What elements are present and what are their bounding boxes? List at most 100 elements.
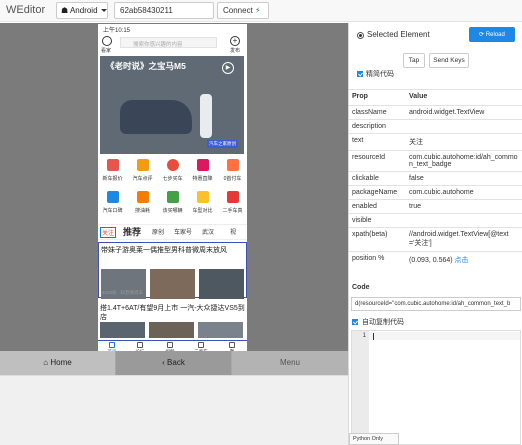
device-serial-input[interactable]: 62ab58430211 — [114, 2, 214, 19]
prop-value: 关注 — [406, 133, 522, 151]
user-icon — [229, 342, 235, 348]
grid-item[interactable]: 新车报价 — [98, 156, 127, 186]
grid-item[interactable]: 该买哪辆 — [158, 188, 187, 218]
code-output[interactable]: d(resourceId="com.cubic.autohome:id/ah_c… — [351, 297, 521, 311]
grid-item[interactable]: 车型对比 — [188, 188, 217, 218]
grid-item[interactable]: 二手车真 — [218, 188, 247, 218]
editor-mode-tab[interactable]: Python Only — [349, 433, 399, 445]
grid-item[interactable]: 搜油耗 — [128, 188, 157, 218]
car-icon — [198, 342, 204, 348]
properties-table: Prop Value className android.widget.TextV… — [349, 89, 522, 268]
click-position-link[interactable]: 点击 — [455, 257, 469, 264]
tab-recommend[interactable]: 推荐 — [123, 225, 141, 238]
position-value: (0.093, 0.564) — [409, 257, 453, 264]
prop-name: position % — [349, 251, 406, 268]
article-meta: 6028阅 · 科普微周末 — [102, 290, 144, 295]
table-header: Prop Value — [349, 89, 522, 106]
reputation-icon — [106, 191, 119, 203]
feed-tabs: 关注 推荐 原创 车家号 武汉 视 — [98, 224, 247, 240]
tab-wuhan[interactable]: 武汉 — [202, 227, 214, 236]
back-button[interactable]: ‹ Back — [116, 351, 231, 375]
article-card[interactable]: 带妹子游奥莱一偶推型男科普微周末放风 6028阅 · 科普微周末 — [98, 242, 247, 299]
active-line — [369, 332, 520, 340]
selected-element-radio[interactable] — [357, 32, 364, 39]
device-screen[interactable]: 上午10:15 看家 搜索你感兴趣的内容 + 发布 《老时说》之宝马M5 ▶ 汽… — [98, 24, 247, 354]
table-row: text 关注 — [349, 133, 522, 151]
top-toolbar: WEditor ☗ Android 62ab58430211 Connect ⚡ — [0, 0, 522, 22]
tap-button[interactable]: Tap — [403, 53, 425, 68]
home-button[interactable]: ⌂ Home — [0, 351, 115, 375]
connect-label: Connect — [223, 6, 253, 15]
play-icon[interactable]: ▶ — [222, 62, 234, 74]
prop-value — [406, 119, 522, 134]
grid-item[interactable]: 汽车口碑 — [98, 188, 127, 218]
prop-name: visible — [349, 213, 406, 228]
review-icon — [136, 159, 149, 171]
article-thumbnails — [101, 257, 245, 299]
connect-button[interactable]: Connect ⚡ — [217, 2, 269, 19]
prop-name: description — [349, 119, 406, 134]
grid-label: 车型对比 — [192, 208, 213, 214]
grid-item[interactable]: 七步买车 — [158, 156, 187, 186]
grid-label: 0首付车 — [223, 176, 242, 182]
prop-value — [406, 213, 522, 228]
grid-label: 搜油耗 — [134, 208, 150, 214]
zero-down-icon — [226, 159, 239, 171]
prop-name: enabled — [349, 199, 406, 214]
device-pane: 上午10:15 看家 搜索你感兴趣的内容 + 发布 《老时说》之宝马M5 ▶ 汽… — [0, 23, 348, 445]
simplify-code-checkbox[interactable] — [357, 71, 363, 77]
auto-copy-label: 自动复制代码 — [362, 319, 404, 326]
grid-label: 新车报价 — [102, 176, 123, 182]
code-editor[interactable]: 1 — [351, 330, 521, 445]
table-row: packageName com.cubic.autohome — [349, 185, 522, 200]
send-keys-button[interactable]: Send Keys — [429, 53, 469, 68]
plus-icon[interactable]: + — [230, 36, 240, 46]
logo-label: 看家 — [101, 48, 112, 54]
selected-element-label: Selected Element — [367, 30, 430, 39]
chevron-down-icon[interactable] — [101, 9, 107, 12]
grid-label: 该买哪辆 — [162, 208, 183, 214]
banner-title: 《老时说》之宝马M5 — [106, 61, 186, 71]
thumbnail-image — [199, 269, 244, 299]
line-number-gutter: 1 — [352, 331, 369, 444]
grid-label: 汽车口碑 — [102, 208, 123, 214]
reload-button[interactable]: ⟳ Reload — [469, 27, 515, 42]
grid-label: 二手车真 — [222, 208, 243, 214]
grid-item[interactable]: 汽车点评 — [128, 156, 157, 186]
home-icon — [109, 342, 115, 348]
tab-follow[interactable]: 关注 — [100, 227, 117, 238]
plug-icon: ⚡ — [255, 6, 261, 15]
menu-label: Menu — [279, 358, 300, 367]
app-header: 看家 搜索你感兴趣的内容 + 发布 — [98, 33, 247, 55]
car-price-icon — [106, 159, 119, 171]
auto-copy-checkbox[interactable] — [352, 319, 358, 325]
device-navbar: ⌂ Home ‹ Back Menu — [0, 351, 348, 375]
prop-name: resourceId — [349, 150, 406, 172]
table-row: enabled true — [349, 199, 522, 214]
table-row: position % (0.093, 0.564) 点击 — [349, 251, 522, 268]
grid-item[interactable]: 特惠直降 — [188, 156, 217, 186]
refresh-icon: ⟳ — [479, 32, 486, 38]
thumbnail-image — [198, 322, 243, 338]
prop-value: com.cubic.autohome:id/ah_common_text_bad… — [406, 150, 522, 172]
forum-icon — [137, 342, 143, 348]
tab-original[interactable]: 原创 — [152, 227, 164, 236]
home-logo-icon[interactable] — [102, 36, 112, 46]
article-card[interactable]: 搭1.4T+6AT/有望9月上市 一汽-大众捷达VS5到店 — [98, 301, 247, 341]
tab-video[interactable]: 视 — [230, 227, 236, 236]
thumbnail-image — [149, 322, 194, 338]
reload-label: Reload — [485, 32, 505, 38]
used-car-icon — [226, 191, 239, 203]
tab-autohome-account[interactable]: 车家号 — [174, 227, 192, 236]
inspector-pane: Selected Element ⟳ Reload Tap Send Keys … — [348, 23, 522, 445]
android-icon: ☗ — [61, 6, 70, 15]
prop-column-header: Prop — [349, 89, 406, 106]
grid-item[interactable]: 0首付车 — [218, 156, 247, 186]
console-area — [0, 375, 348, 445]
menu-button[interactable]: Menu — [232, 351, 348, 375]
hero-banner[interactable]: 《老时说》之宝马M5 ▶ 汽车之家原创 — [100, 56, 244, 154]
prop-value: android.widget.TextView — [406, 105, 522, 120]
prop-value: (0.093, 0.564) 点击 — [406, 251, 522, 268]
search-input[interactable]: 搜索你感兴趣的内容 — [120, 37, 217, 48]
prop-name: className — [349, 105, 406, 120]
